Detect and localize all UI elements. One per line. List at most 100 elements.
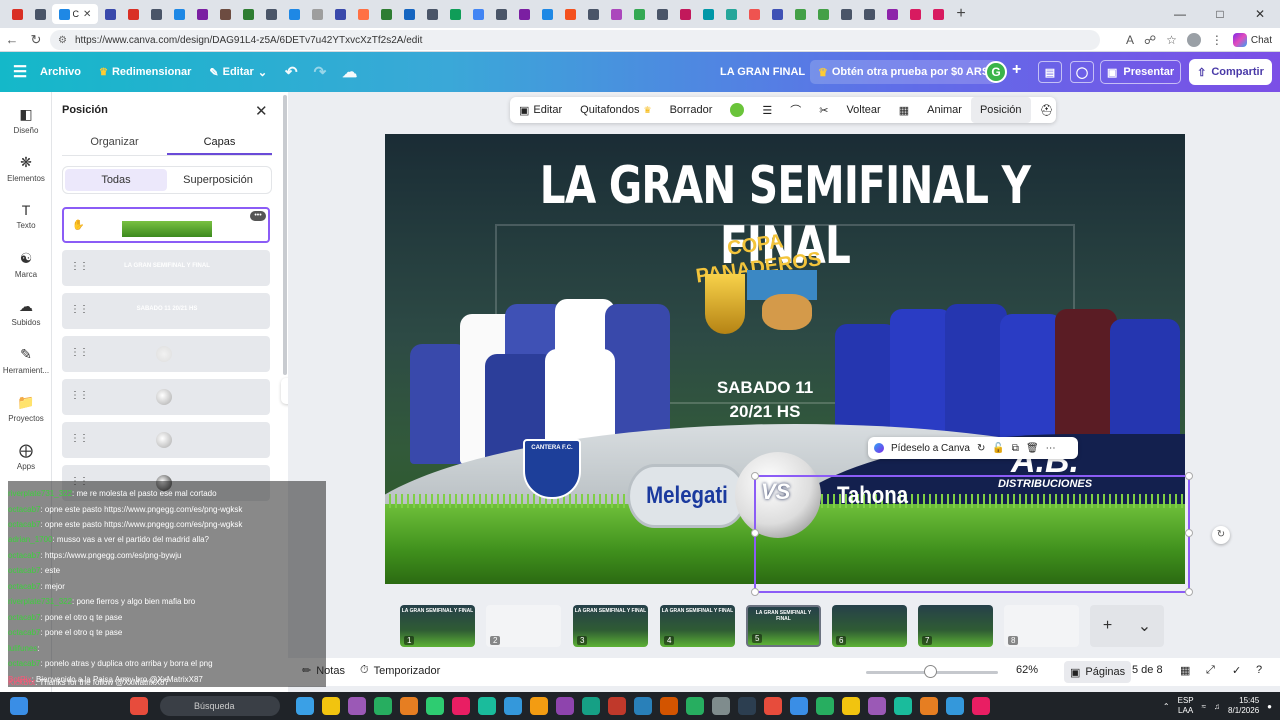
drag-handle-icon[interactable]: ⋮⋮ [70,433,89,444]
layer-item[interactable]: ⋮⋮ LA GRAN SEMIFINAL Y FINAL [62,250,270,286]
browser-tab[interactable] [743,4,765,24]
browser-tab[interactable] [789,4,811,24]
browser-tab[interactable] [835,4,857,24]
close-tab-icon[interactable]: ✕ [83,9,91,20]
layer-item[interactable]: ⋮⋮ [62,336,270,372]
taskbar-app-icon[interactable] [764,697,782,715]
filter-overlap[interactable]: Superposición [167,169,269,191]
browser-tab-active[interactable]: C ✕ [52,4,98,24]
maximize-button[interactable]: □ [1200,0,1240,28]
browser-tab[interactable] [605,4,627,24]
reload-icon[interactable]: ↻ [24,32,48,48]
back-icon[interactable]: ← [0,32,24,47]
browser-tab[interactable] [122,4,144,24]
browser-tab[interactable] [628,4,650,24]
browser-tab[interactable] [306,4,328,24]
browser-tab[interactable] [444,4,466,24]
filter-all[interactable]: Todas [65,169,167,191]
ask-canva-button[interactable]: Pídeselo a Canva [891,443,970,454]
page-thumbnail[interactable]: LA GRAN SEMIFINAL Y FINAL 4 [660,605,735,647]
add-page-icon[interactable]: + [1103,617,1112,635]
bookmark-star-icon[interactable]: ☆ [1166,33,1177,47]
rotate-handle-icon[interactable]: ↻ [1212,526,1230,544]
browser-menu-icon[interactable]: ⋮ [1211,33,1223,47]
rail-elements[interactable]: ❋ Elementos [0,154,52,183]
trial-button[interactable]: ♛ Obtén otra prueba por $0 ARS [810,60,998,84]
browser-tab[interactable] [237,4,259,24]
present-button[interactable]: ▣ Presentar [1100,60,1182,84]
taskbar-app-icon[interactable] [868,697,886,715]
browser-tab[interactable] [490,4,512,24]
lock-icon[interactable]: 🔓 [992,443,1004,454]
chevron-up-icon[interactable]: ⌃ [1163,702,1170,711]
animate-button[interactable]: Animar [918,97,971,123]
taskbar-app-icon[interactable] [582,697,600,715]
browser-tab[interactable] [513,4,535,24]
layer-item[interactable]: ✋ ••• [62,207,270,243]
taskbar-app-icon[interactable] [322,697,340,715]
taskbar-app-icon[interactable] [972,697,990,715]
drag-handle-icon[interactable]: ⋮⋮ [70,261,89,272]
taskbar-app-icon[interactable] [426,697,444,715]
border-style-icon[interactable]: ☰ [753,97,781,123]
insights-icon[interactable]: ▤ [1038,61,1062,83]
browser-tab[interactable] [168,4,190,24]
resize-handle[interactable] [751,472,759,480]
browser-tab[interactable] [881,4,903,24]
address-bar[interactable]: ⚙ https://www.canva.com/design/DAG91L4-z… [50,30,1100,50]
taskbar-app-icon[interactable] [738,697,756,715]
taskbar-search[interactable]: Búsqueda [160,696,280,716]
site-info-icon[interactable]: ⚙ [58,35,67,46]
taskbar-app-icon[interactable] [452,697,470,715]
copy-style-icon[interactable]: ⛑ [1031,97,1063,123]
tab-arrange[interactable]: Organizar [62,132,167,155]
browser-tab[interactable] [6,4,28,24]
resize-handle[interactable] [751,529,759,537]
page-thumbnail[interactable]: 6 [832,605,907,647]
panel-scrollbar[interactable] [283,95,287,375]
browser-tab[interactable] [582,4,604,24]
drag-handle-icon[interactable]: ⋮⋮ [70,347,89,358]
crop-icon[interactable]: ✂ [810,97,837,123]
browser-tab[interactable] [29,4,51,24]
wifi-icon[interactable]: ≈ [1202,702,1206,711]
profile-avatar[interactable] [1186,33,1201,47]
browser-tab[interactable] [375,4,397,24]
browser-tab[interactable] [651,4,673,24]
more-options-icon[interactable]: ⋯ [1046,443,1056,454]
eraser-button[interactable]: Borrador [661,97,722,123]
taskbar-app-icon[interactable] [296,697,314,715]
match-time[interactable]: 20/21 HS [685,402,845,422]
taskbar-app-icon[interactable] [790,697,808,715]
rail-apps[interactable]: ⨁ Apps [0,442,52,471]
clock[interactable]: 15:45 8/1/2026 [1228,696,1259,716]
flip-button[interactable]: Voltear [837,97,889,123]
bg-remover-button[interactable]: Quitafondos ♛ [571,97,660,123]
browser-tab[interactable] [927,4,949,24]
taskbar-app-icon[interactable] [894,697,912,715]
add-collaborator-icon[interactable]: + [1012,61,1021,79]
taskbar-app-icon[interactable] [842,697,860,715]
timer-button[interactable]: ⏱ Temporizador [360,664,440,677]
extensions-icon[interactable]: ☍ [1144,33,1156,47]
corner-rounding-icon[interactable]: ⌒ [781,97,810,123]
taskbar-app-icon[interactable] [660,697,678,715]
share-button[interactable]: ⇧ Compartir [1189,59,1272,85]
browser-tab[interactable] [766,4,788,24]
layer-item[interactable]: ⋮⋮ [62,422,270,458]
browser-tab[interactable] [858,4,880,24]
browser-tab[interactable] [904,4,926,24]
browser-tab[interactable] [260,4,282,24]
drag-handle-icon[interactable]: ⋮⋮ [70,304,89,315]
check-icon[interactable]: ✓ [1232,664,1241,677]
language-indicator[interactable]: ESP LAA [1178,696,1194,716]
fullscreen-icon[interactable]: ⤢ [1206,664,1215,677]
browser-tab[interactable] [145,4,167,24]
browser-tab[interactable] [536,4,558,24]
browser-tab[interactable] [329,4,351,24]
browser-tab[interactable] [697,4,719,24]
selection-box[interactable] [751,472,1193,596]
start-icon[interactable] [10,697,28,715]
taskbar-app-icon[interactable] [920,697,938,715]
design-title[interactable]: LA GRAN FINAL [720,52,805,92]
